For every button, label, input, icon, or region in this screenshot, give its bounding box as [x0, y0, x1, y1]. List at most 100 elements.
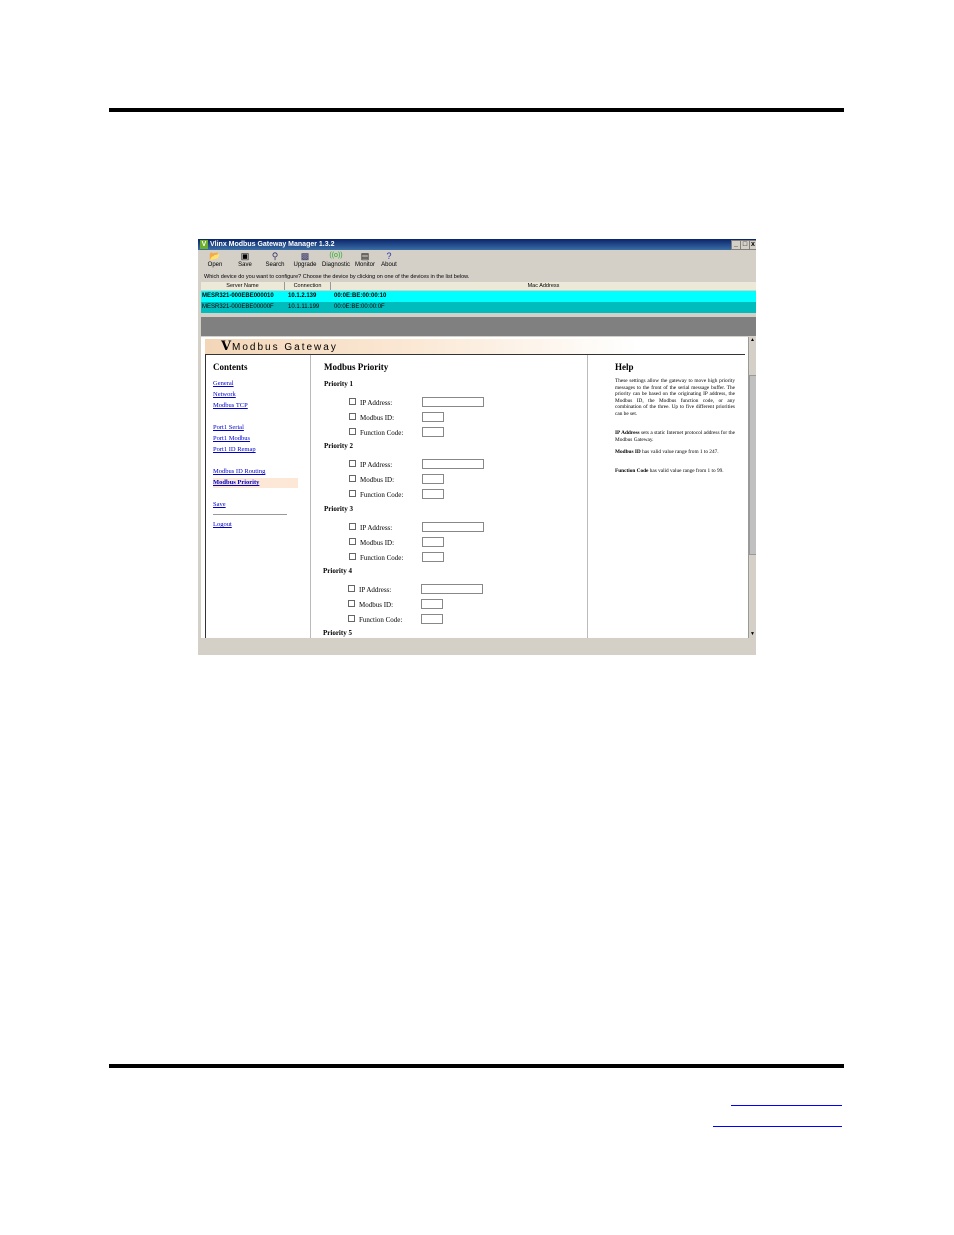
- nav-link-port1-modbus[interactable]: Port1 Modbus: [213, 435, 250, 442]
- modbus-id-input[interactable]: [422, 537, 444, 547]
- nav-link-save[interactable]: Save: [213, 501, 226, 508]
- help-modbus-id: Modbus ID has valid value range from 1 t…: [615, 449, 735, 456]
- search-button[interactable]: ⚲ Search: [262, 251, 288, 271]
- function-code-input[interactable]: [422, 489, 444, 499]
- save-toolbar-button[interactable]: ▣ Save: [234, 251, 256, 271]
- nav-link-network[interactable]: Network: [213, 391, 236, 398]
- application-window: V Vlinx Modbus Gateway Manager 1.3.2 _ □…: [198, 239, 756, 655]
- device-connection: 10.1.2.139: [288, 293, 317, 299]
- monitor-button[interactable]: ▤ Monitor: [353, 251, 377, 271]
- device-row[interactable]: MESR321-000EBE00000F 10.1.11.199 00:0E:B…: [201, 302, 756, 313]
- function-code-row: Function Code:: [348, 615, 402, 624]
- modbus-id-label: Modbus ID:: [360, 539, 395, 547]
- close-button[interactable]: x: [749, 240, 756, 250]
- search-label: Search: [265, 262, 285, 268]
- help-heading: Help: [615, 362, 634, 372]
- footer-link-underline[interactable]: [713, 1126, 842, 1127]
- help-id-text: has valid value range from 1 to 247.: [640, 449, 719, 455]
- modbus-id-input[interactable]: [422, 412, 444, 422]
- function-code-checkbox[interactable]: [349, 490, 356, 497]
- modbus-id-row: Modbus ID:: [349, 475, 394, 484]
- footer-link-underline[interactable]: [731, 1105, 842, 1106]
- priority-1-heading: Priority 1: [324, 380, 353, 388]
- device-connection: 10.1.11.199: [288, 304, 320, 310]
- open-label: Open: [207, 262, 223, 268]
- column-header-mac[interactable]: Mac Address: [331, 282, 756, 290]
- ip-address-checkbox[interactable]: [349, 523, 356, 530]
- modbus-id-checkbox[interactable]: [349, 475, 356, 482]
- function-code-label: Function Code:: [360, 554, 404, 562]
- modbus-id-row: Modbus ID:: [348, 600, 393, 609]
- ip-address-input[interactable]: [422, 522, 484, 532]
- nav-link-general[interactable]: General: [213, 380, 234, 387]
- nav-link-modbus-tcp[interactable]: Modbus TCP: [213, 402, 248, 409]
- function-code-label: Function Code:: [359, 616, 403, 624]
- nav-link-modbus-priority[interactable]: Modbus Priority: [213, 478, 298, 488]
- column-header-server[interactable]: Server Name: [201, 282, 285, 290]
- nav-link-modbus-id-routing[interactable]: Modbus ID Routing: [213, 468, 265, 475]
- ip-address-input[interactable]: [422, 397, 484, 407]
- upgrade-label: Upgrade: [293, 262, 317, 268]
- ip-address-checkbox[interactable]: [348, 585, 355, 592]
- status-bar: [198, 639, 756, 655]
- priority-4-heading: Priority 4: [323, 567, 352, 575]
- modbus-id-checkbox[interactable]: [349, 538, 356, 545]
- web-config-panel: V Modbus Gateway Contents General Networ…: [201, 337, 748, 638]
- ip-address-input[interactable]: [422, 459, 484, 469]
- priority-5-heading: Priority 5: [323, 629, 352, 637]
- modbus-id-checkbox[interactable]: [348, 600, 355, 607]
- device-mac: 00:0E:BE:00:00:0F: [334, 304, 385, 310]
- device-list-empty-area: [201, 317, 756, 336]
- scroll-up-icon[interactable]: ▲: [750, 337, 755, 343]
- modbus-id-checkbox[interactable]: [349, 413, 356, 420]
- function-code-checkbox[interactable]: [349, 428, 356, 435]
- ip-address-checkbox[interactable]: [349, 398, 356, 405]
- help-function-code: Function Code has valid value range from…: [615, 468, 735, 475]
- ip-address-row: IP Address:: [349, 523, 392, 532]
- nav-link-port1-id-remap[interactable]: Port1 ID Remap: [213, 446, 256, 453]
- help-fc-text: has valid value range from 1 to 99.: [648, 468, 724, 474]
- modbus-id-label: Modbus ID:: [360, 414, 395, 422]
- ip-address-label: IP Address:: [360, 524, 393, 532]
- device-row[interactable]: MESR321-000EBE000010 10.1.2.139 00:0E:BE…: [201, 291, 756, 302]
- function-code-input[interactable]: [422, 427, 444, 437]
- function-code-input[interactable]: [422, 552, 444, 562]
- function-code-checkbox[interactable]: [349, 553, 356, 560]
- floppy-disk-icon: ▣: [240, 251, 250, 261]
- vertical-scrollbar[interactable]: ▲ ▼: [748, 337, 756, 638]
- column-divider: [587, 355, 588, 638]
- monitor-label: Monitor: [354, 262, 375, 268]
- function-code-row: Function Code:: [349, 428, 403, 437]
- diagnostic-button[interactable]: ((o)) Diagnostic: [322, 251, 350, 271]
- help-intro: These settings allow the gateway to move…: [615, 378, 735, 417]
- nav-link-port1-serial[interactable]: Port1 Serial: [213, 424, 244, 431]
- ip-address-label: IP Address:: [360, 399, 393, 407]
- help-fc-term: Function Code: [615, 468, 649, 474]
- magnifier-icon: ⚲: [271, 251, 279, 261]
- question-mark-icon: ?: [386, 251, 392, 261]
- modbus-id-row: Modbus ID:: [349, 538, 394, 547]
- ip-address-label: IP Address:: [359, 586, 392, 594]
- ip-address-checkbox[interactable]: [349, 460, 356, 467]
- ip-address-input[interactable]: [421, 584, 483, 594]
- column-header-connection[interactable]: Connection: [285, 282, 331, 290]
- modbus-id-input[interactable]: [421, 599, 443, 609]
- nav-link-logout[interactable]: Logout: [213, 521, 232, 528]
- open-button[interactable]: 📂 Open: [204, 251, 226, 271]
- function-code-input[interactable]: [421, 614, 443, 624]
- scroll-thumb[interactable]: [749, 375, 756, 555]
- about-button[interactable]: ? About: [379, 251, 399, 271]
- page-title: Modbus Priority: [324, 362, 389, 372]
- scroll-down-icon[interactable]: ▼: [750, 631, 755, 637]
- modbus-id-input[interactable]: [422, 474, 444, 484]
- help-ip-address: IP Address sets a static Internet protoc…: [615, 430, 735, 443]
- toolbar: 📂 Open ▣ Save ⚲ Search ▩ Upgrade ((o)) D…: [198, 250, 756, 272]
- priority-3-heading: Priority 3: [324, 505, 353, 513]
- footer-rule: [109, 1064, 844, 1068]
- app-logo-icon: V: [200, 240, 208, 249]
- function-code-checkbox[interactable]: [348, 615, 355, 622]
- device-server-name: MESR321-000EBE000010: [202, 293, 274, 299]
- device-mac: 00:0E:BE:00:00:10: [334, 293, 387, 299]
- folder-open-icon: 📂: [209, 251, 221, 261]
- upgrade-button[interactable]: ▩ Upgrade: [292, 251, 318, 271]
